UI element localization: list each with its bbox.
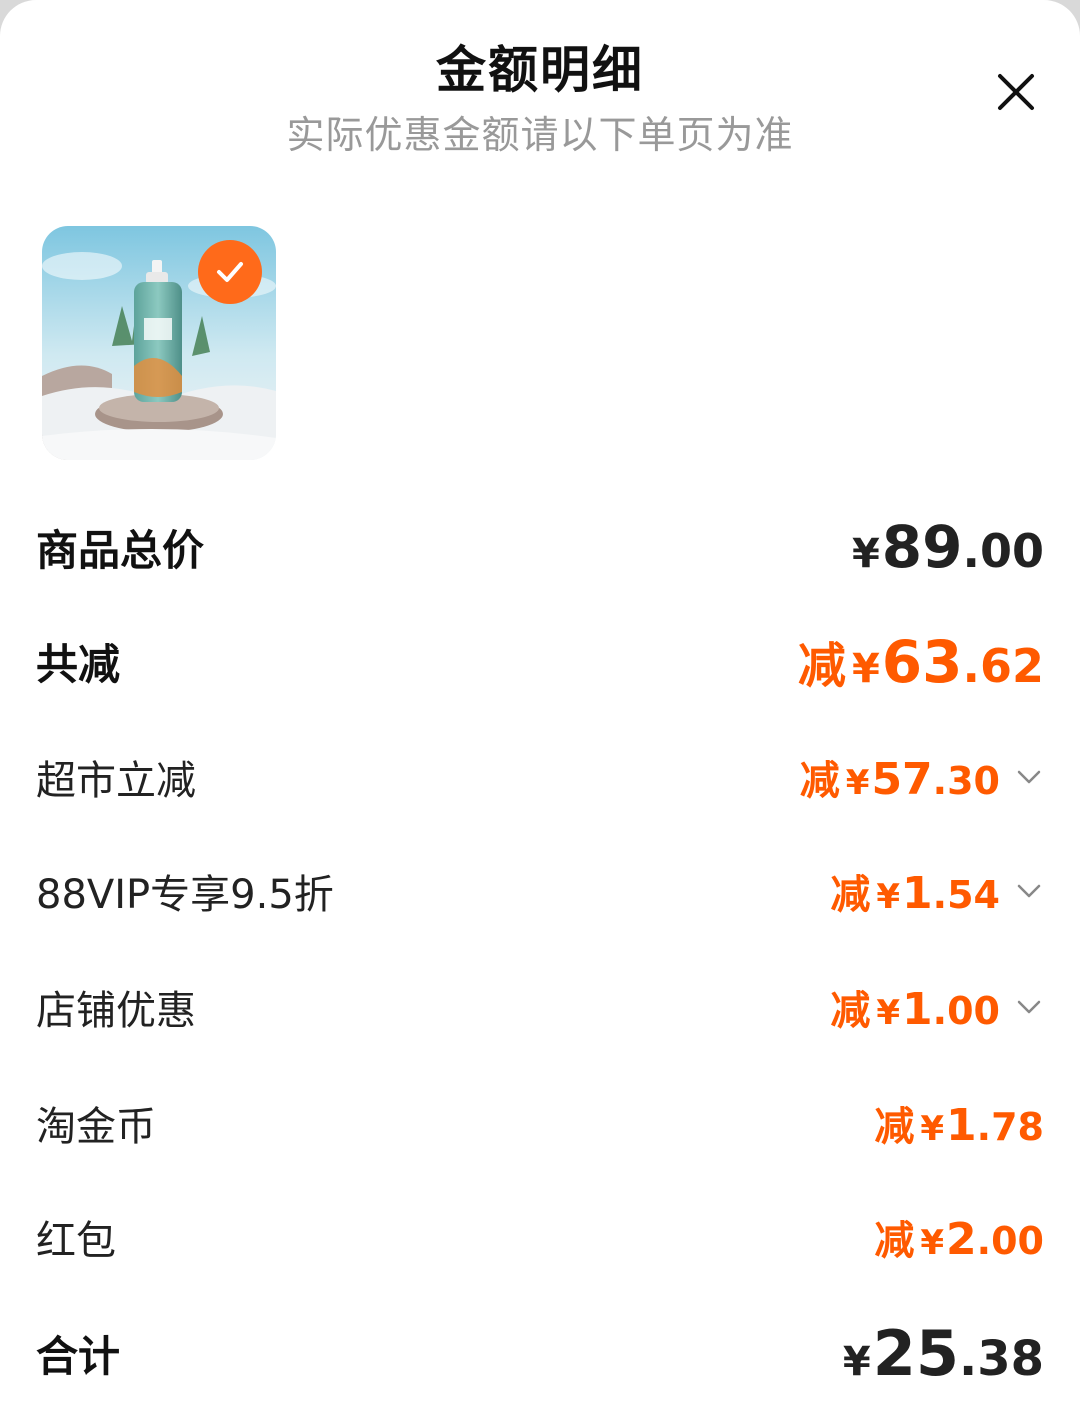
total-price-label: 商品总价 <box>36 525 205 575</box>
discount-label: 红包 <box>36 1218 116 1264</box>
check-icon <box>217 262 243 282</box>
chevron-down-icon[interactable] <box>1014 762 1044 792</box>
grand-total-label: 合计 <box>36 1331 121 1381</box>
selected-check-badge[interactable] <box>198 240 262 304</box>
discount-value: 减 ¥ 57 .30 <box>800 748 1044 806</box>
amount-detail-sheet: 金额明细 实际优惠金额请以下单页为准 商品总价 ¥ 89 .00 共减 减 ¥ … <box>0 0 1080 1421</box>
discount-label: 店铺优惠 <box>36 988 196 1034</box>
discount-value: 减 ¥ 1 .00 <box>830 978 1044 1036</box>
discount-value: 减 ¥ 2 .00 <box>874 1214 1044 1265</box>
close-icon <box>998 74 1034 110</box>
chevron-down-icon[interactable] <box>1014 992 1044 1022</box>
grand-total-row: 合计 ¥ 25 .38 <box>36 1308 1044 1398</box>
total-price-row: 商品总价 ¥ 89 .00 <box>36 502 1044 592</box>
sheet-subtitle: 实际优惠金额请以下单页为准 <box>286 113 794 157</box>
discount-label: 超市立减 <box>36 758 196 804</box>
close-button[interactable] <box>990 66 1042 118</box>
sheet-title: 金额明细 <box>436 41 644 99</box>
discount-row-redpacket: 红包 减 ¥ 2 .00 <box>36 1192 1044 1282</box>
discount-label: 88VIP专享9.5折 <box>36 872 334 918</box>
discount-value: 减 ¥ 1 .78 <box>874 1100 1044 1151</box>
discount-value: 减 ¥ 1 .54 <box>830 862 1044 920</box>
discount-row-store[interactable]: 店铺优惠 减 ¥ 1 .00 <box>36 962 1044 1052</box>
discount-row-taojinbi: 淘金币 减 ¥ 1 .78 <box>36 1078 1044 1168</box>
chevron-down-icon[interactable] <box>1014 876 1044 906</box>
discount-row-supermarket[interactable]: 超市立减 减 ¥ 57 .30 <box>36 732 1044 822</box>
total-price-value: ¥ 89 .00 <box>851 513 1044 581</box>
total-discount-row: 共减 减 ¥ 63 .62 <box>36 616 1044 706</box>
discount-label: 淘金币 <box>36 1104 156 1150</box>
total-discount-label: 共减 <box>36 639 121 689</box>
total-discount-value: 减 ¥ 63 .62 <box>797 628 1044 696</box>
grand-total-value: ¥ 25 .38 <box>842 1316 1044 1390</box>
discount-row-88vip[interactable]: 88VIP专享9.5折 减 ¥ 1 .54 <box>36 846 1044 936</box>
